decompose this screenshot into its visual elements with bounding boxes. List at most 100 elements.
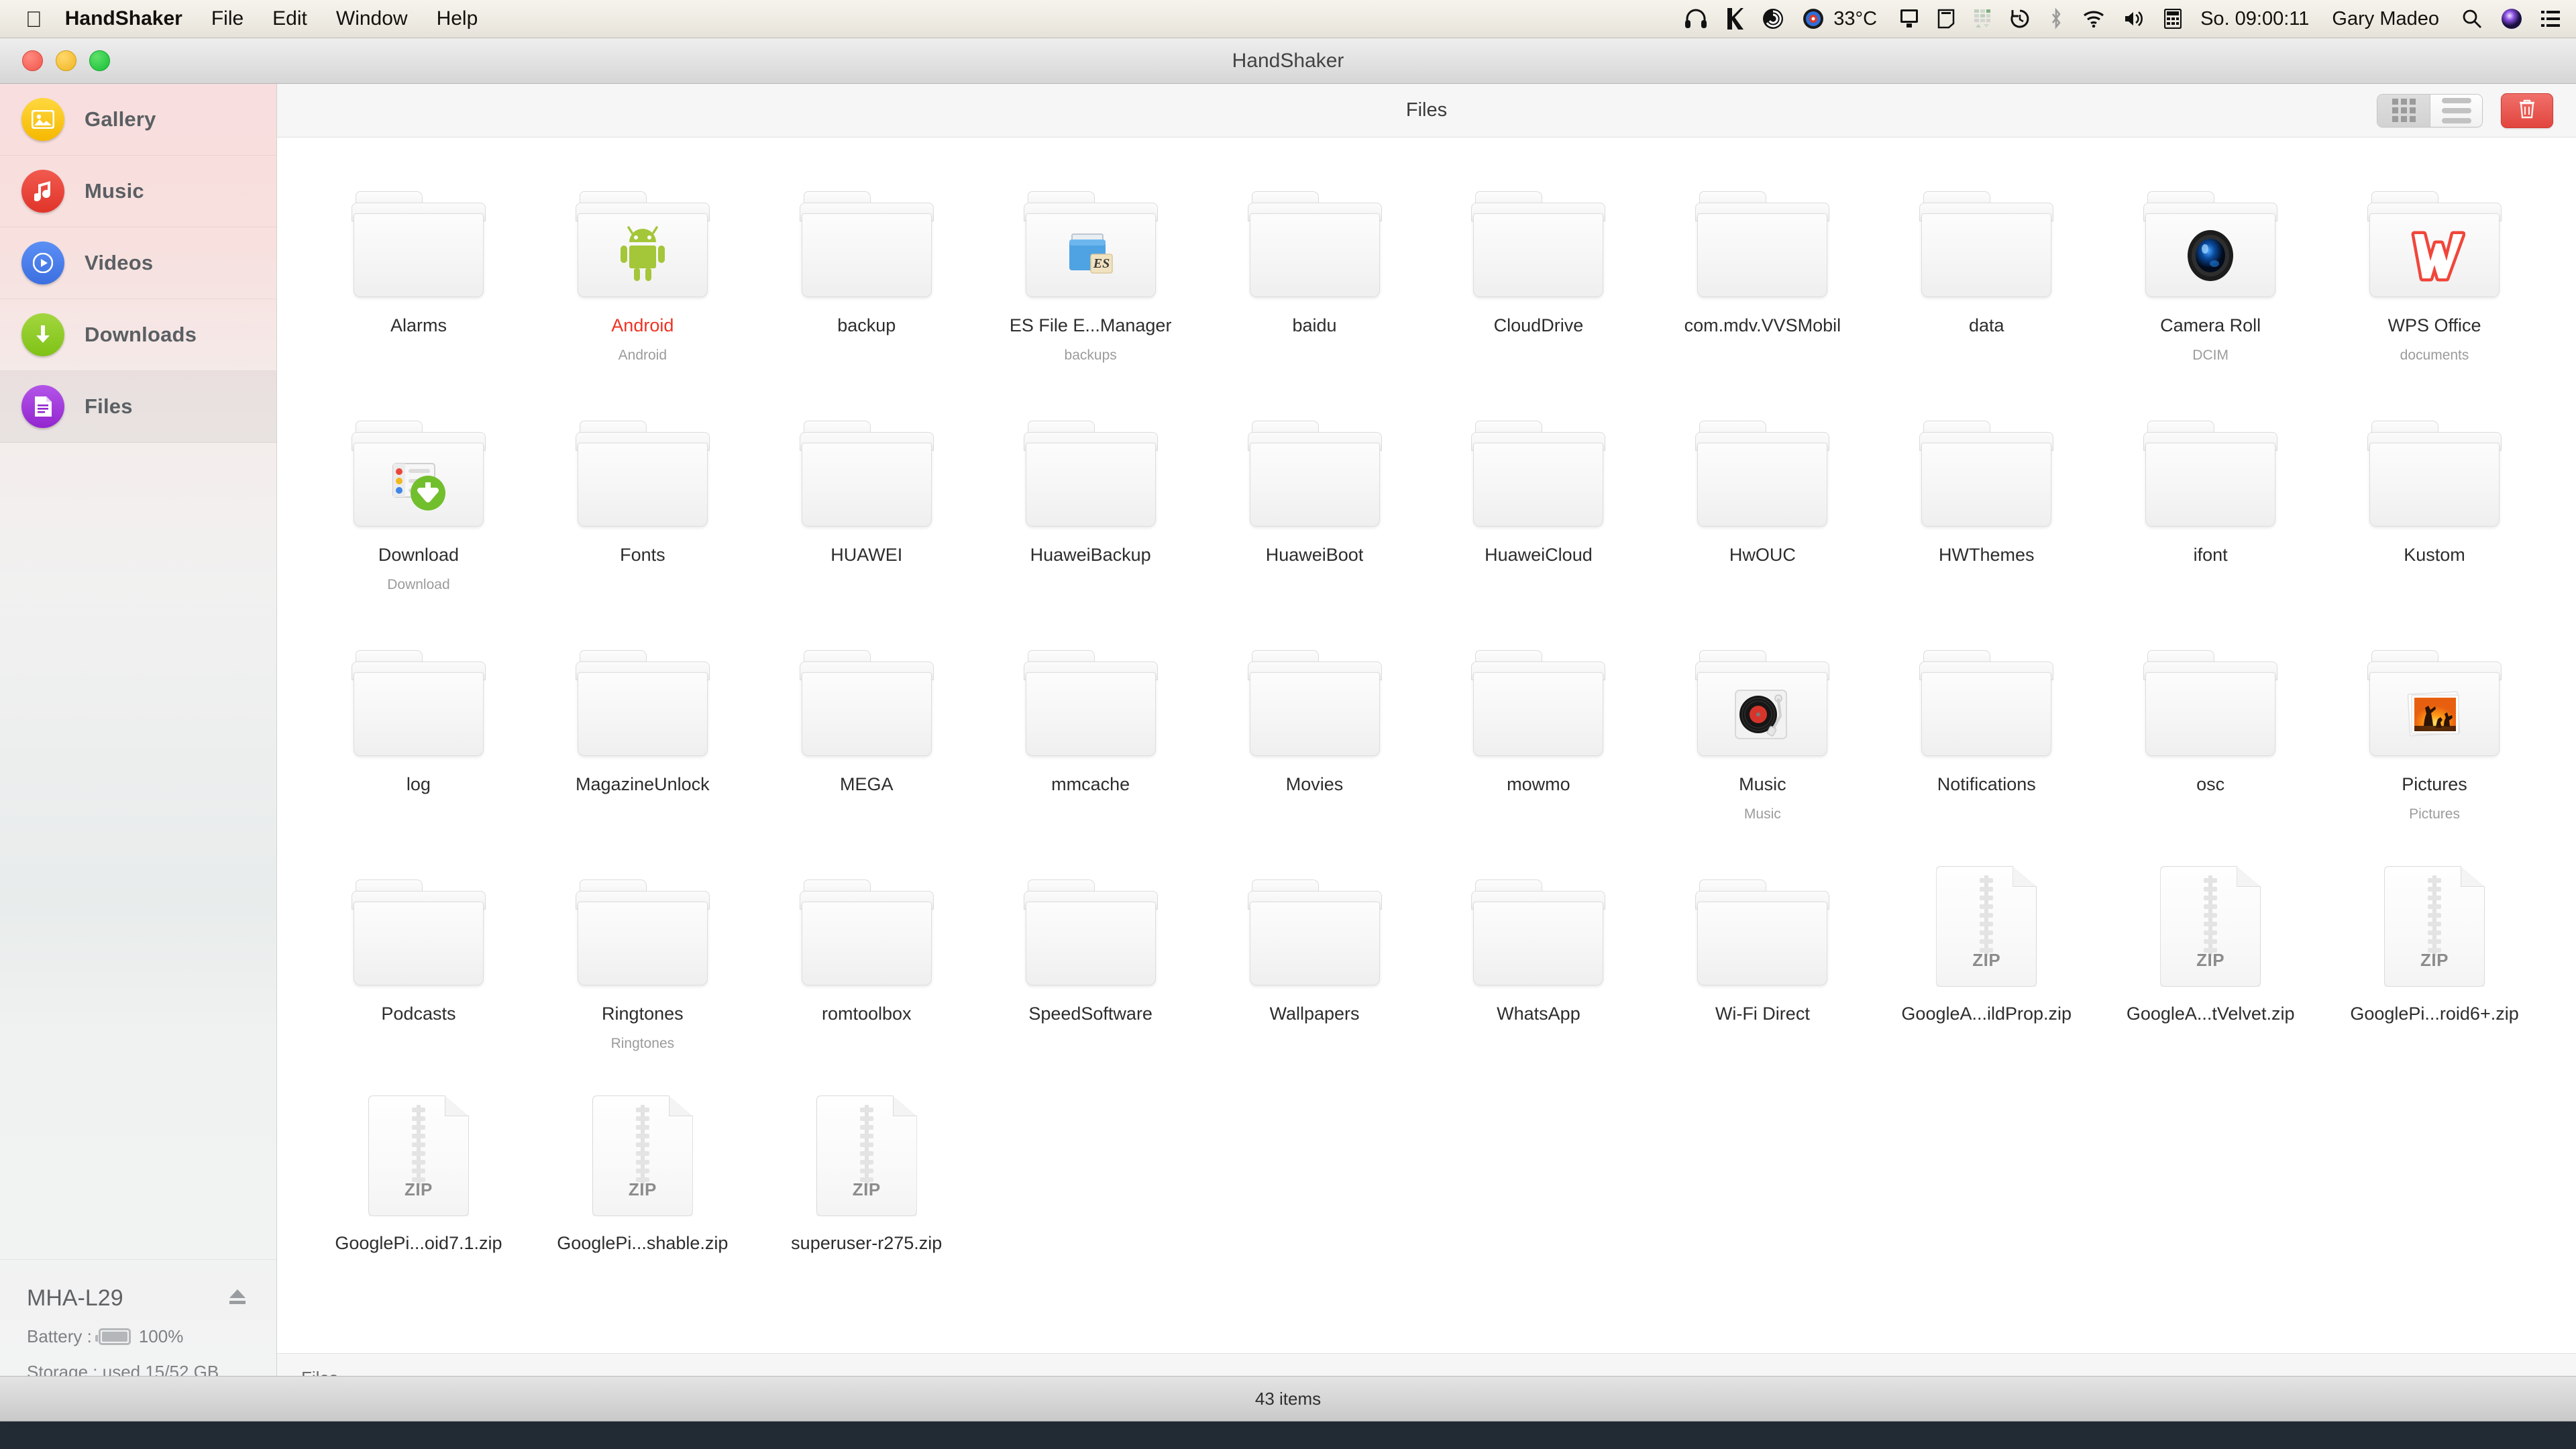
- folder-item[interactable]: HWThemes: [1874, 396, 2098, 626]
- window-title-bar[interactable]: HandShaker: [0, 38, 2576, 84]
- siri-icon[interactable]: [2501, 8, 2522, 30]
- folder-item[interactable]: Kustom: [2322, 396, 2546, 626]
- menu-file[interactable]: File: [211, 7, 244, 30]
- item-name: com.mdv.VVSMobil: [1684, 316, 1841, 335]
- sidebar-item-music[interactable]: Music: [0, 156, 276, 227]
- time-machine-icon[interactable]: [2010, 9, 2030, 29]
- eject-icon[interactable]: [227, 1287, 248, 1309]
- item-icon: ZIP: [1936, 866, 2037, 987]
- menu-app-name[interactable]: HandShaker: [65, 7, 182, 30]
- folder-item[interactable]: Notifications: [1874, 626, 2098, 855]
- item-icon: [351, 178, 486, 299]
- item-name: Music: [1739, 775, 1786, 794]
- sidebar-item-downloads[interactable]: Downloads: [0, 299, 276, 371]
- folder-item[interactable]: Ringtones Ringtones: [531, 855, 755, 1085]
- folder-item[interactable]: ifont: [2098, 396, 2322, 626]
- window-title: HandShaker: [1232, 49, 1344, 72]
- menu-help[interactable]: Help: [437, 7, 478, 30]
- menu-bar-clock[interactable]: So. 09:00:11: [2200, 8, 2309, 30]
- folder-item[interactable]: Wallpapers: [1203, 855, 1427, 1085]
- input-source-icon[interactable]: [2164, 9, 2182, 29]
- folder-item[interactable]: baidu: [1203, 167, 1427, 396]
- folder-icon: [1471, 650, 1606, 757]
- folder-item[interactable]: HUAWEI: [755, 396, 979, 626]
- item-icon: [1471, 178, 1606, 299]
- item-name: Notifications: [1937, 775, 2036, 794]
- device-row: MHA-L29: [27, 1285, 254, 1311]
- folder-item[interactable]: mmcache: [979, 626, 1203, 855]
- folder-item[interactable]: MEGA: [755, 626, 979, 855]
- battery-icon: [95, 1328, 131, 1345]
- item-name: data: [1968, 316, 2004, 335]
- folder-item[interactable]: Pictures Pictures: [2322, 626, 2546, 855]
- folder-item[interactable]: WhatsApp: [1426, 855, 1650, 1085]
- display-icon[interactable]: [1900, 9, 1919, 29]
- folder-item[interactable]: Music Music: [1650, 626, 1874, 855]
- folder-item[interactable]: Download Download: [307, 396, 531, 626]
- item-icon: [351, 637, 486, 757]
- notes-icon[interactable]: [1937, 9, 1955, 29]
- folder-item[interactable]: MagazineUnlock: [531, 626, 755, 855]
- file-grid-scroll[interactable]: Alarms Android Android backup ES ES File…: [277, 138, 2576, 1353]
- sidebar-item-gallery[interactable]: Gallery: [0, 84, 276, 156]
- delete-button[interactable]: [2501, 93, 2553, 128]
- folder-item[interactable]: HuaweiBackup: [979, 396, 1203, 626]
- folder-item[interactable]: CloudDrive: [1426, 167, 1650, 396]
- file-item[interactable]: ZIP GooglePi...oid7.1.zip: [307, 1085, 531, 1314]
- folder-icon: [1247, 650, 1382, 757]
- sidebar-item-videos[interactable]: Videos: [0, 227, 276, 299]
- list-view-button[interactable]: [2430, 94, 2482, 127]
- folder-item[interactable]: backup: [755, 167, 979, 396]
- item-icon: ZIP: [2160, 866, 2261, 987]
- menu-window[interactable]: Window: [336, 7, 408, 30]
- notification-center-icon[interactable]: [2541, 9, 2560, 28]
- bluetooth-icon[interactable]: [2049, 8, 2063, 30]
- folder-item[interactable]: data: [1874, 167, 2098, 396]
- folder-item[interactable]: Camera Roll DCIM: [2098, 167, 2322, 396]
- folder-item[interactable]: osc: [2098, 626, 2322, 855]
- device-name: MHA-L29: [27, 1285, 123, 1311]
- folder-item[interactable]: Wi-Fi Direct: [1650, 855, 1874, 1085]
- sliders-icon[interactable]: [1974, 9, 1991, 29]
- item-subtitle: Music: [1743, 806, 1781, 822]
- file-item[interactable]: ZIP superuser-r275.zip: [755, 1085, 979, 1314]
- zip-file-icon: ZIP: [2384, 866, 2485, 987]
- folder-item[interactable]: HuaweiCloud: [1426, 396, 1650, 626]
- sidebar-item-files[interactable]: Files: [0, 371, 276, 443]
- volume-icon[interactable]: [2124, 9, 2145, 28]
- file-item[interactable]: ZIP GoogleA...tVelvet.zip: [2098, 855, 2322, 1085]
- folder-item[interactable]: HwOUC: [1650, 396, 1874, 626]
- folder-item[interactable]: com.mdv.VVSMobil: [1650, 167, 1874, 396]
- folder-item[interactable]: SpeedSoftware: [979, 855, 1203, 1085]
- folder-item[interactable]: romtoolbox: [755, 855, 979, 1085]
- folder-item[interactable]: ES ES File E...Manager backups: [979, 167, 1203, 396]
- folder-icon: [1471, 879, 1606, 987]
- item-subtitle: Ringtones: [610, 1035, 675, 1051]
- folder-item[interactable]: Movies: [1203, 626, 1427, 855]
- folder-item[interactable]: Fonts: [531, 396, 755, 626]
- file-item[interactable]: ZIP GoogleA...ildProp.zip: [1874, 855, 2098, 1085]
- menu-edit[interactable]: Edit: [272, 7, 307, 30]
- folder-icon: [1023, 421, 1158, 528]
- headphones-icon[interactable]: [1684, 9, 1707, 29]
- folder-item[interactable]: Podcasts: [307, 855, 531, 1085]
- folder-item[interactable]: mowmo: [1426, 626, 1650, 855]
- grid-view-button[interactable]: [2377, 94, 2430, 127]
- k-letter-icon[interactable]: [1726, 8, 1744, 30]
- apple-menu-icon[interactable]: : [25, 8, 42, 30]
- spiral-icon[interactable]: [1762, 8, 1784, 30]
- list-icon: [2441, 97, 2471, 123]
- file-item[interactable]: ZIP GooglePi...roid6+.zip: [2322, 855, 2546, 1085]
- item-name: log: [406, 775, 431, 794]
- folder-item[interactable]: Alarms: [307, 167, 531, 396]
- wifi-icon[interactable]: [2082, 10, 2105, 28]
- folder-icon: [799, 879, 934, 987]
- folder-item[interactable]: log: [307, 626, 531, 855]
- folder-item[interactable]: HuaweiBoot: [1203, 396, 1427, 626]
- color-wheel-icon[interactable]: [1803, 8, 1824, 30]
- folder-item[interactable]: WPS Office documents: [2322, 167, 2546, 396]
- menu-bar-user[interactable]: Gary Madeo: [2332, 8, 2439, 30]
- file-item[interactable]: ZIP GooglePi...shable.zip: [531, 1085, 755, 1314]
- folder-item[interactable]: Android Android: [531, 167, 755, 396]
- search-icon[interactable]: [2462, 9, 2482, 29]
